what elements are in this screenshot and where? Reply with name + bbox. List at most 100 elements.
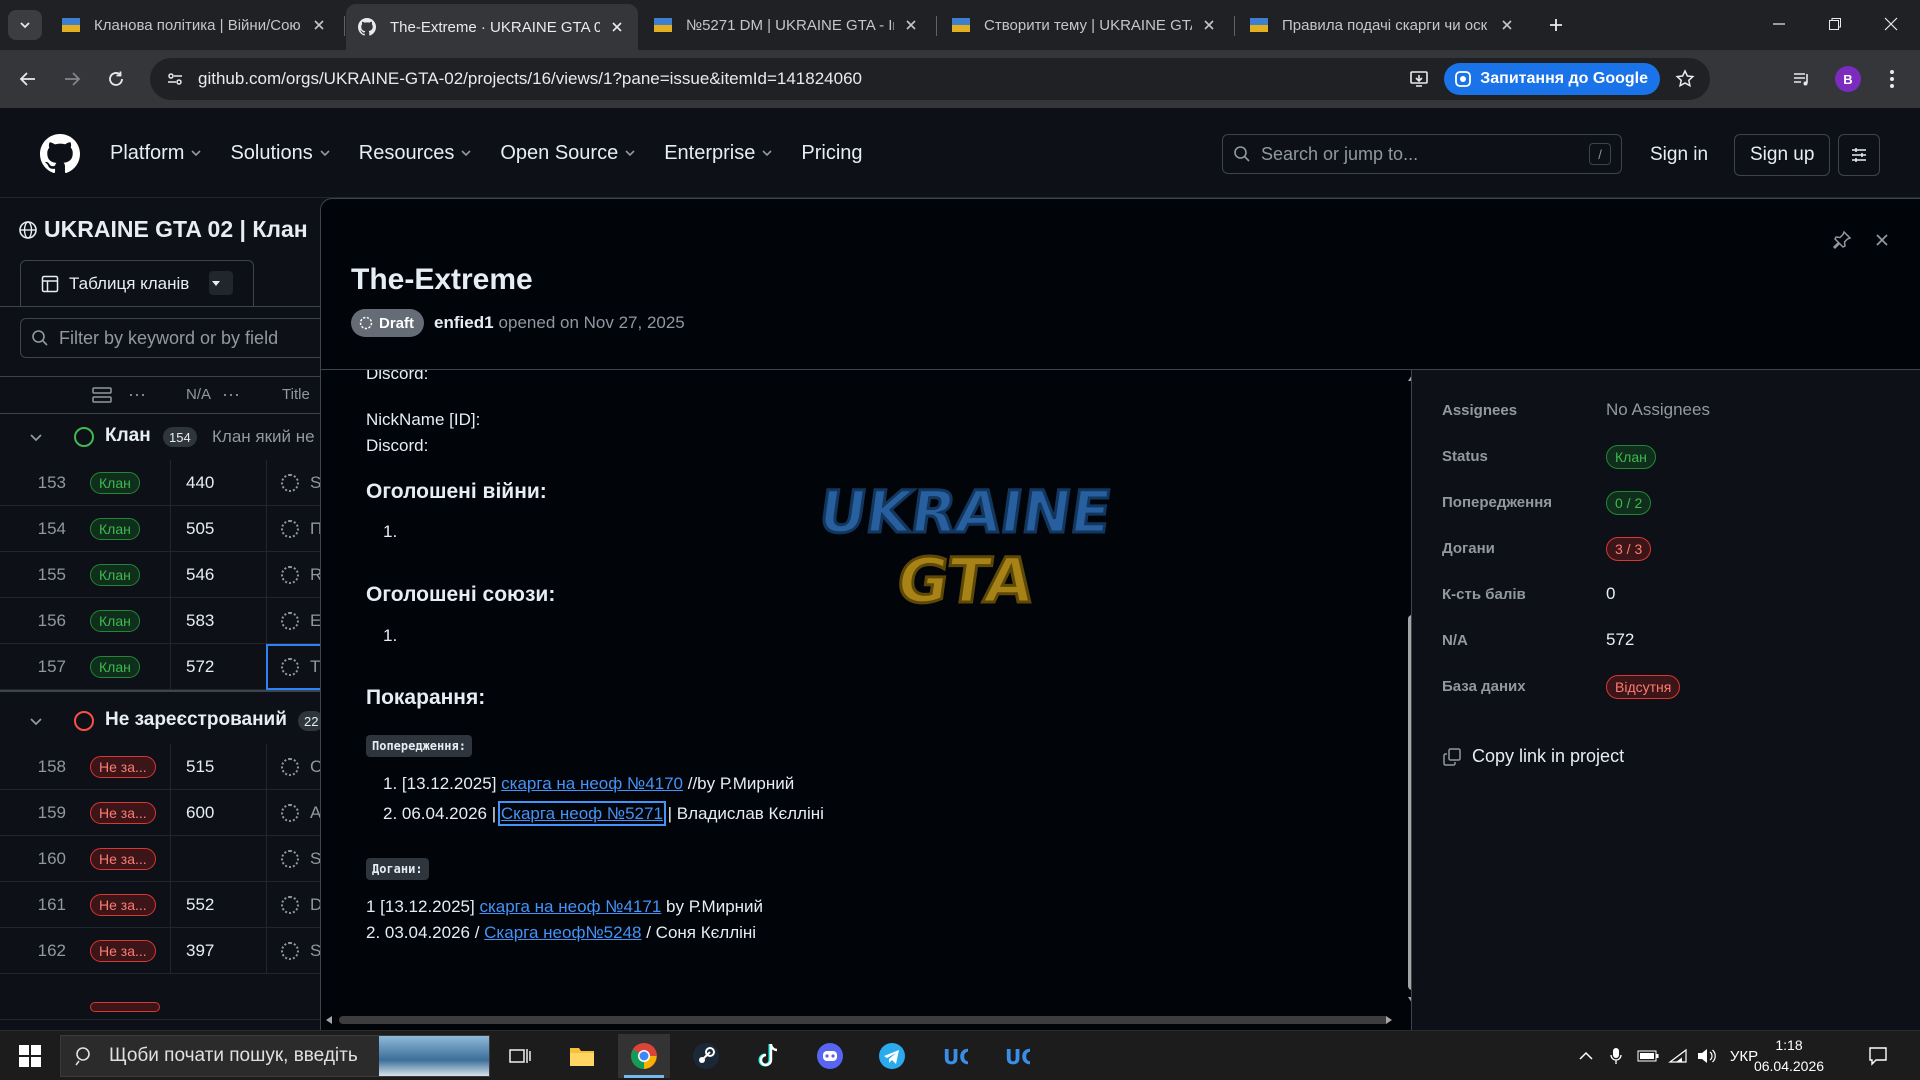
wifi-icon[interactable] — [1666, 1044, 1690, 1068]
game-launcher-app-2[interactable]: UG — [990, 1034, 1042, 1078]
taskbar-search-input[interactable]: Щоби почати пошук, введіть — [60, 1035, 490, 1077]
complaint-link[interactable]: скарга на неоф №4171 — [479, 897, 661, 916]
field-points[interactable]: К-сть балів 0 — [1442, 580, 1902, 610]
table-row[interactable]: 154 Клан 505 П — [0, 506, 330, 552]
rows-icon[interactable] — [92, 386, 112, 404]
notifications-button[interactable] — [1864, 1042, 1892, 1070]
nav-platform[interactable]: Platform — [110, 142, 202, 165]
install-app-icon[interactable] — [1404, 64, 1434, 94]
tray-chevron-up-icon[interactable] — [1576, 1044, 1596, 1068]
battery-icon[interactable] — [1636, 1044, 1660, 1068]
field-status[interactable]: Status Клан — [1442, 442, 1902, 472]
sign-in-link[interactable]: Sign in — [1638, 136, 1720, 174]
nav-open-source[interactable]: Open Source — [500, 142, 636, 165]
tiktok-app[interactable] — [742, 1034, 794, 1078]
discord-app[interactable] — [804, 1034, 856, 1078]
filter-input[interactable]: Filter by keyword or by field — [20, 318, 330, 358]
scrollbar-thumb[interactable] — [339, 1016, 1389, 1024]
nav-resources[interactable]: Resources — [359, 142, 473, 165]
volume-icon[interactable] — [1694, 1044, 1718, 1068]
start-button[interactable] — [10, 1040, 50, 1072]
cell-divider — [266, 928, 267, 974]
pin-button[interactable] — [1829, 227, 1855, 253]
close-icon[interactable] — [310, 16, 328, 34]
close-panel-button[interactable] — [1869, 227, 1895, 253]
browser-tab-3[interactable]: №5271 DM | UKRAINE GTA - Ігр — [642, 6, 932, 44]
copy-link-button[interactable]: Copy link in project — [1442, 746, 1624, 767]
nav-solutions[interactable]: Solutions — [230, 142, 330, 165]
profile-button[interactable]: B — [1832, 63, 1864, 95]
complaint-link[interactable]: Скарга неоф№5248 — [484, 923, 641, 942]
issue-author[interactable]: enfied1 — [434, 313, 494, 333]
nav-pricing[interactable]: Pricing — [801, 142, 862, 165]
system-clock[interactable]: 1:18 06.04.2026 — [1744, 1035, 1834, 1077]
game-launcher-app[interactable]: UG — [928, 1034, 980, 1078]
new-tab-button[interactable] — [1542, 12, 1570, 38]
scroll-right-icon[interactable] — [1385, 1015, 1393, 1025]
browser-tab-4[interactable]: Створити тему | UKRAINE GTA — [940, 6, 1230, 44]
group-header-unregistered[interactable]: Не зареєстрований 22 — [0, 698, 330, 744]
column-header-title[interactable]: Title — [282, 386, 310, 403]
table-row[interactable]: 153 Клан 440 S — [0, 460, 330, 506]
column-options-icon[interactable]: ··· — [222, 384, 240, 405]
browser-menu-button[interactable] — [1876, 63, 1908, 95]
task-view-button[interactable] — [494, 1034, 546, 1078]
file-explorer-app[interactable] — [556, 1034, 608, 1078]
complaint-link[interactable]: Скарга неоф №5271 — [497, 801, 666, 826]
field-na[interactable]: N/A 572 — [1442, 626, 1902, 656]
forward-button[interactable] — [56, 63, 88, 95]
table-row[interactable]: 155 Клан 546 R — [0, 552, 330, 598]
chevron-down-icon[interactable] — [28, 429, 44, 445]
reload-button[interactable] — [100, 63, 132, 95]
group-header-clan[interactable]: Клан 154 Клан який не — [0, 414, 330, 460]
scroll-left-icon[interactable] — [325, 1015, 333, 1025]
browser-tab-2[interactable]: The-Extreme · UKRAINE GTA 02 — [346, 4, 638, 50]
table-row[interactable]: 156 Клан 583 E — [0, 598, 330, 644]
tab-search-button[interactable] — [8, 10, 42, 40]
table-row[interactable]: 159 Не за... 600 A — [0, 790, 330, 836]
microphone-icon[interactable] — [1606, 1044, 1626, 1068]
field-warnings[interactable]: Попередження 0 / 2 — [1442, 488, 1902, 518]
back-button[interactable] — [12, 63, 44, 95]
close-icon[interactable] — [902, 16, 920, 34]
nav-enterprise[interactable]: Enterprise — [664, 142, 773, 165]
table-row-selected[interactable]: 157 Клан 572 T — [0, 644, 330, 690]
telegram-app[interactable] — [866, 1034, 918, 1078]
settings-menu-button[interactable] — [1838, 134, 1880, 176]
table-row[interactable]: 160 Не за... S — [0, 836, 330, 882]
field-reprimands[interactable]: Догани 3 / 3 — [1442, 534, 1902, 564]
table-row[interactable]: 161 Не за... 552 D — [0, 882, 330, 928]
table-row[interactable]: 162 Не за... 397 S — [0, 928, 330, 974]
site-info-icon[interactable] — [160, 64, 190, 94]
warning-item: 1. [13.12.2025] скарга на неоф №4170 //b… — [383, 774, 794, 794]
close-window-button[interactable] — [1862, 0, 1920, 48]
column-header-na[interactable]: N/A — [186, 386, 211, 403]
field-database[interactable]: База даних Відсутня — [1442, 672, 1902, 702]
chrome-app[interactable] — [618, 1034, 670, 1078]
chevron-down-icon[interactable] — [28, 713, 44, 729]
restore-button[interactable] — [1806, 0, 1864, 48]
table-row[interactable] — [0, 974, 330, 1020]
close-icon[interactable] — [1200, 16, 1218, 34]
address-bar[interactable]: github.com/orgs/UKRAINE-GTA-02/projects/… — [150, 58, 1710, 100]
view-tab-clan-table[interactable]: Таблиця кланів — [20, 260, 254, 306]
github-search-input[interactable]: Search or jump to... / — [1222, 134, 1622, 174]
field-assignees[interactable]: Assignees No Assignees — [1442, 396, 1902, 426]
steam-app[interactable] — [680, 1034, 732, 1078]
close-icon[interactable] — [1498, 16, 1516, 34]
close-icon[interactable] — [608, 18, 626, 36]
ask-google-button[interactable]: Запитання до Google — [1444, 63, 1660, 95]
browser-tab-1[interactable]: Кланова політика | Війни/Сою — [50, 6, 340, 44]
column-options-icon[interactable]: ··· — [128, 384, 146, 405]
view-options-button[interactable] — [209, 271, 233, 295]
media-control-button[interactable] — [1786, 63, 1818, 95]
horizontal-scrollbar[interactable] — [321, 1010, 1411, 1028]
bookmark-star-icon[interactable] — [1670, 64, 1700, 94]
complaint-link[interactable]: скарга на неоф №4170 — [501, 774, 683, 793]
minimize-button[interactable] — [1750, 0, 1808, 48]
github-logo-icon[interactable] — [40, 134, 80, 174]
windows-taskbar: Щоби почати пошук, введіть UG UG УКР 1:1… — [0, 1030, 1920, 1080]
sign-up-button[interactable]: Sign up — [1734, 134, 1831, 176]
table-row[interactable]: 158 Не за... 515 C — [0, 744, 330, 790]
browser-tab-5[interactable]: Правила подачі скарги чи оск — [1238, 6, 1528, 44]
